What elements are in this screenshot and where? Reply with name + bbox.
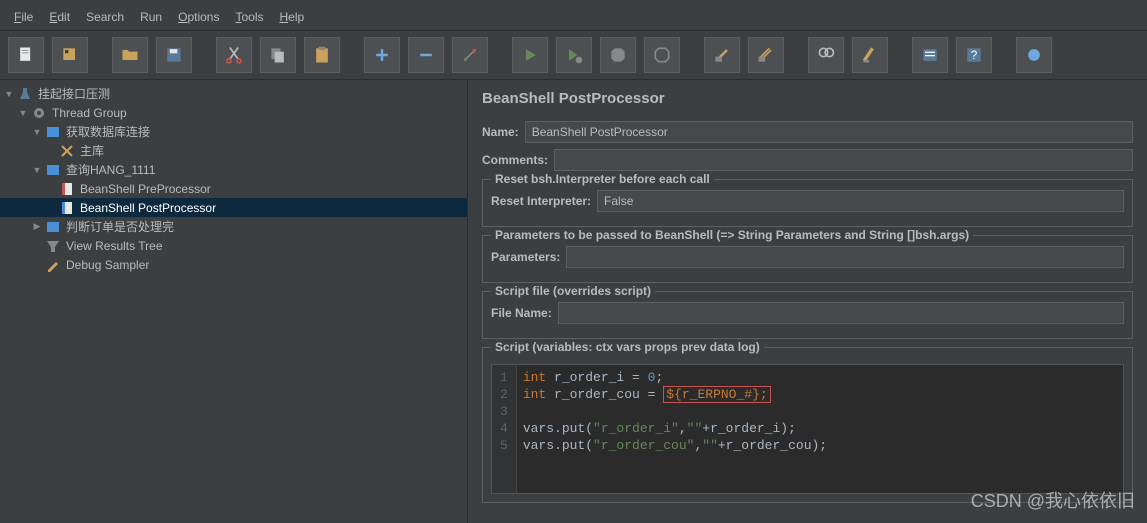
- expand-button[interactable]: [364, 37, 400, 73]
- doc-icon: [59, 200, 75, 216]
- scriptfile-group-title: Script file (overrides script): [491, 284, 655, 298]
- config-panel: BeanShell PostProcessor Name: Comments: …: [468, 80, 1147, 523]
- tree-main-lib[interactable]: 主库: [0, 141, 467, 160]
- tree-bsh-post[interactable]: BeanShell PostProcessor: [0, 198, 467, 217]
- reset-input[interactable]: [597, 190, 1124, 212]
- tree-root[interactable]: ▼挂起接口压测: [0, 84, 467, 103]
- script-group: Script (variables: ctx vars props prev d…: [482, 347, 1133, 503]
- collapse-button[interactable]: [408, 37, 444, 73]
- tree-thread-group[interactable]: ▼Thread Group: [0, 103, 467, 122]
- function-helper-button[interactable]: [912, 37, 948, 73]
- stop-button[interactable]: [600, 37, 636, 73]
- script-group-title: Script (variables: ctx vars props prev d…: [491, 340, 764, 354]
- menu-help[interactable]: Help: [274, 8, 311, 26]
- name-label: Name:: [482, 125, 519, 139]
- menu-run[interactable]: Run: [134, 8, 168, 26]
- clear-button[interactable]: [704, 37, 740, 73]
- comments-input[interactable]: [554, 149, 1133, 171]
- tree-bsh-pre[interactable]: BeanShell PreProcessor: [0, 179, 467, 198]
- panel-title: BeanShell PostProcessor: [482, 90, 1133, 107]
- gear-icon: [31, 105, 47, 121]
- settings-button[interactable]: [1016, 37, 1052, 73]
- reset-label: Reset Interpreter:: [491, 194, 591, 208]
- db-icon: [45, 219, 61, 235]
- toolbar: ?: [0, 31, 1147, 80]
- flask-icon: [17, 86, 33, 102]
- menu-search[interactable]: Search: [80, 8, 130, 26]
- reset-group-title: Reset bsh.Interpreter before each call: [491, 172, 714, 186]
- doc-icon: [59, 181, 75, 197]
- shutdown-button[interactable]: [644, 37, 680, 73]
- funnel-icon: [45, 238, 61, 254]
- menu-tools[interactable]: Tools: [229, 8, 269, 26]
- svg-text:?: ?: [971, 49, 978, 62]
- open-button[interactable]: [112, 37, 148, 73]
- tree-debug-sampler[interactable]: Debug Sampler: [0, 255, 467, 274]
- templates-button[interactable]: [52, 37, 88, 73]
- paste-button[interactable]: [304, 37, 340, 73]
- menu-file[interactable]: File: [8, 8, 39, 26]
- params-input[interactable]: [566, 246, 1124, 268]
- db-icon: [45, 124, 61, 140]
- script-editor[interactable]: 12345 int r_order_i = 0;int r_order_cou …: [491, 364, 1124, 494]
- tree-view-results[interactable]: View Results Tree: [0, 236, 467, 255]
- tree-db-conn[interactable]: ▼获取数据库连接: [0, 122, 467, 141]
- search-button[interactable]: [808, 37, 844, 73]
- test-plan-tree[interactable]: ▼挂起接口压测 ▼Thread Group ▼获取数据库连接 主库 ▼查询HAN…: [0, 80, 468, 523]
- code-area[interactable]: int r_order_i = 0;int r_order_cou = ${r_…: [517, 365, 833, 493]
- toggle-button[interactable]: [452, 37, 488, 73]
- cut-button[interactable]: [216, 37, 252, 73]
- tree-query-hang[interactable]: ▼查询HANG_1111: [0, 160, 467, 179]
- filename-label: File Name:: [491, 306, 552, 320]
- clear-all-button[interactable]: [748, 37, 784, 73]
- pencil-icon: [45, 257, 61, 273]
- params-group-title: Parameters to be passed to BeanShell (=>…: [491, 228, 973, 242]
- gutter: 12345: [492, 365, 517, 493]
- comments-label: Comments:: [482, 153, 548, 167]
- save-button[interactable]: [156, 37, 192, 73]
- start-no-pause-button[interactable]: [556, 37, 592, 73]
- params-label: Parameters:: [491, 250, 560, 264]
- menu-bar: File Edit Search Run Options Tools Help: [0, 4, 1147, 31]
- name-input[interactable]: [525, 121, 1133, 143]
- start-button[interactable]: [512, 37, 548, 73]
- db-icon: [45, 162, 61, 178]
- cross-icon: [59, 143, 75, 159]
- new-button[interactable]: [8, 37, 44, 73]
- menu-options[interactable]: Options: [172, 8, 225, 26]
- tree-judge[interactable]: ▶判断订单是否处理完: [0, 217, 467, 236]
- help-button[interactable]: ?: [956, 37, 992, 73]
- copy-button[interactable]: [260, 37, 296, 73]
- filename-input[interactable]: [558, 302, 1124, 324]
- menu-edit[interactable]: Edit: [43, 8, 76, 26]
- reset-search-button[interactable]: [852, 37, 888, 73]
- params-group: Parameters to be passed to BeanShell (=>…: [482, 235, 1133, 283]
- reset-group: Reset bsh.Interpreter before each call R…: [482, 179, 1133, 227]
- scriptfile-group: Script file (overrides script) File Name…: [482, 291, 1133, 339]
